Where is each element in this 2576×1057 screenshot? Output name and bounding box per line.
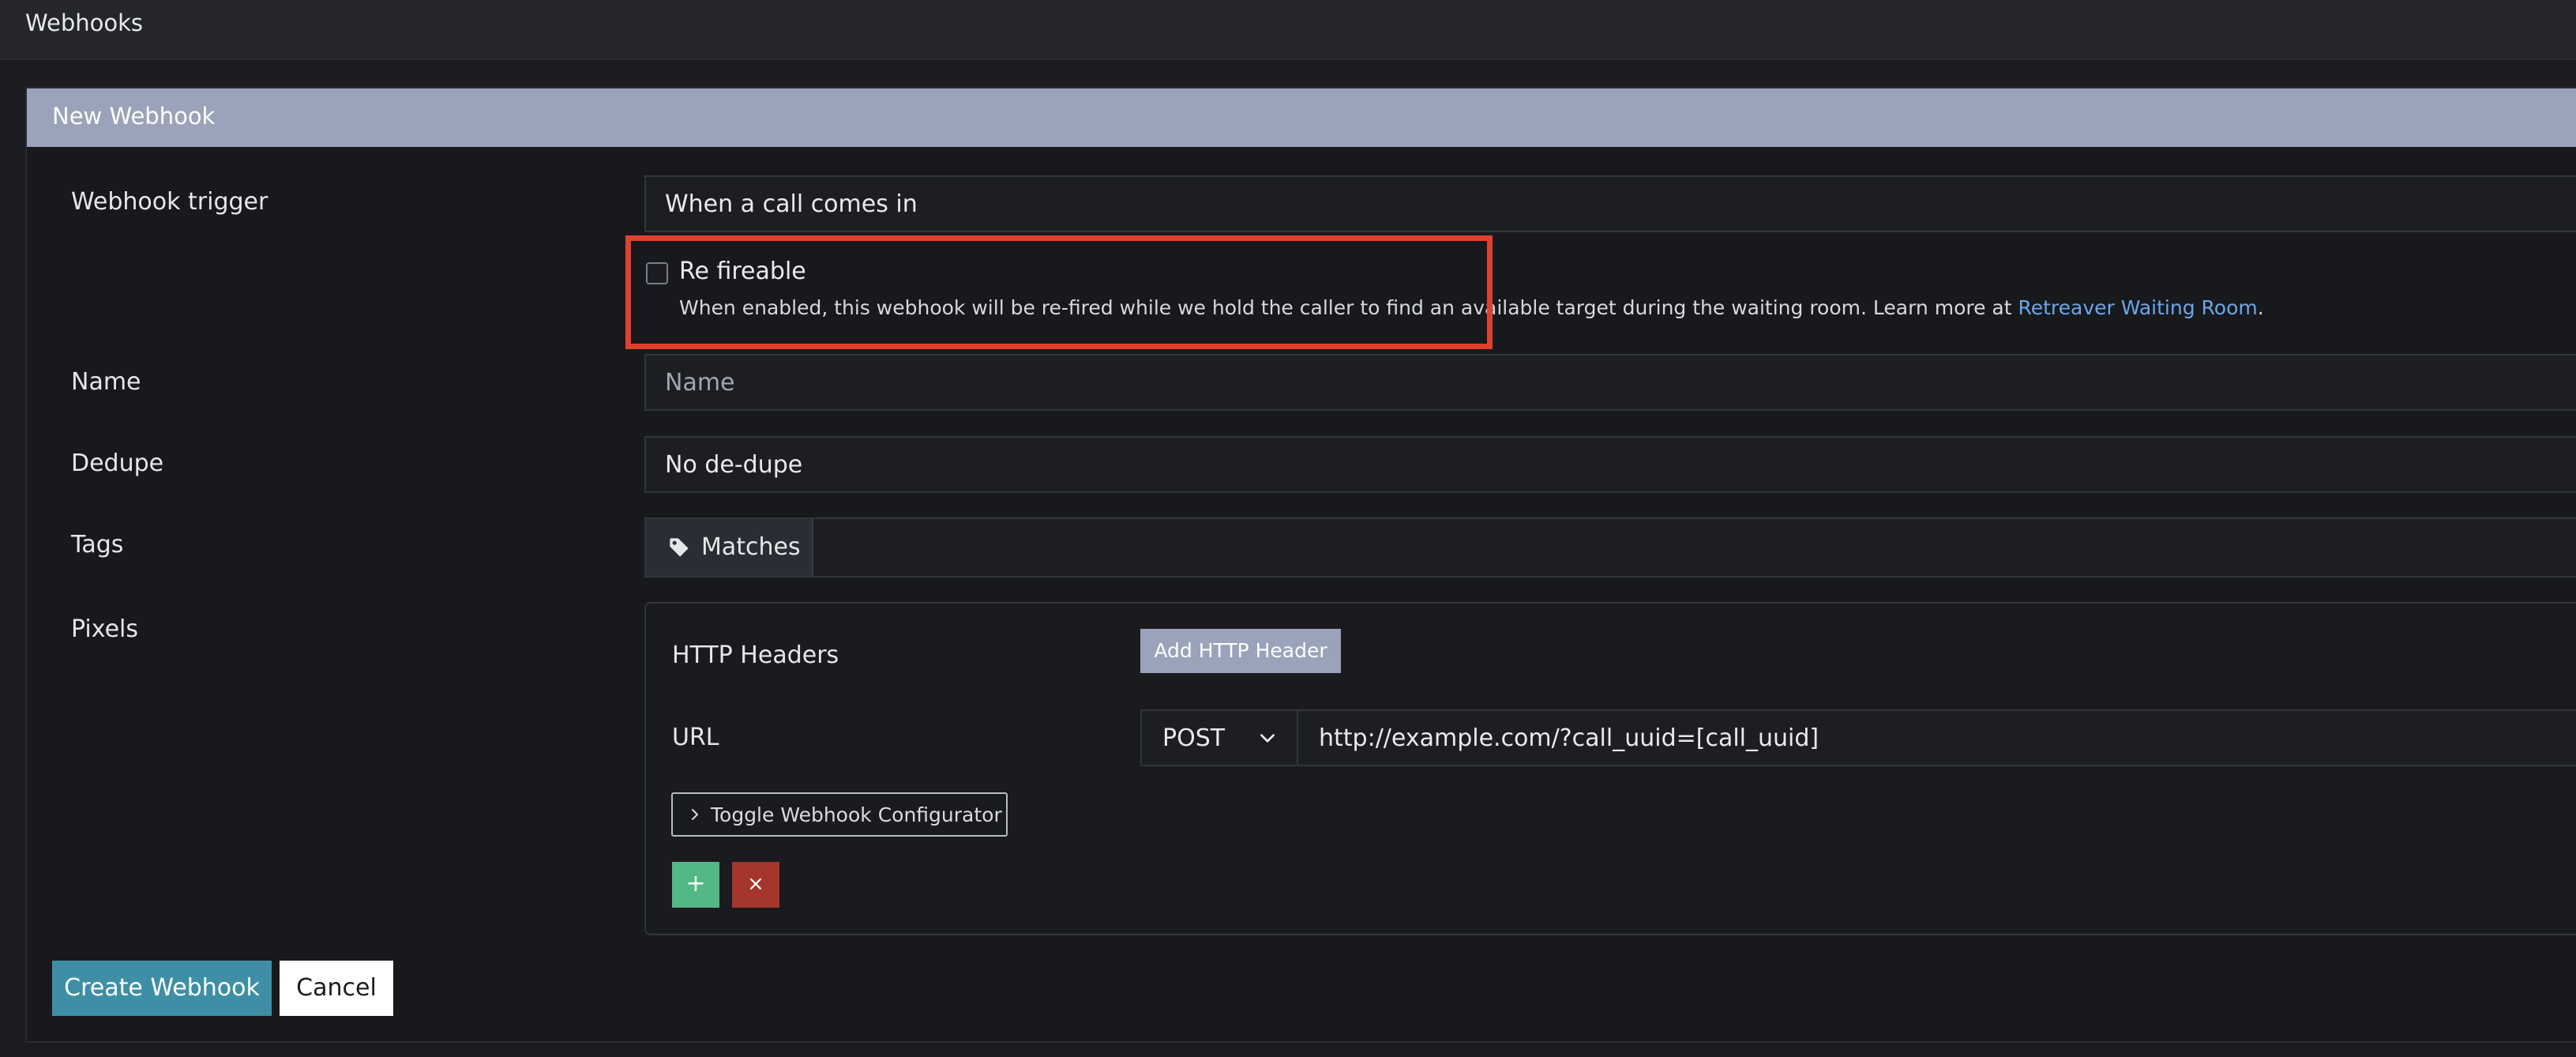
http-method-select[interactable]: POST — [1140, 709, 1298, 766]
tags-matches-button[interactable]: Matches — [646, 519, 813, 576]
panel-title: New Webhook — [52, 103, 216, 130]
toggle-webhook-configurator-button[interactable]: Toggle Webhook Configurator — [671, 792, 1008, 837]
webhook-trigger-select[interactable]: When a call comes in — [644, 175, 2576, 232]
refireable-help-body: When enabled, this webhook will be re-fi… — [679, 296, 2018, 319]
top-bar: Webhooks — [0, 0, 2576, 60]
refireable-help-suffix: . — [2257, 296, 2264, 319]
dedupe-label: Dedupe — [71, 450, 164, 477]
tags-input[interactable]: Matches — [644, 517, 2576, 577]
webhook-trigger-value: When a call comes in — [665, 190, 918, 218]
chevron-right-icon — [692, 809, 698, 820]
refireable-help-text: When enabled, this webhook will be re-fi… — [679, 296, 2264, 319]
tags-matches-label: Matches — [701, 533, 801, 561]
create-webhook-button[interactable]: Create Webhook — [52, 961, 272, 1016]
http-headers-label: HTTP Headers — [672, 641, 839, 669]
page-title: Webhooks — [25, 9, 143, 36]
cancel-button[interactable]: Cancel — [280, 961, 393, 1016]
tag-icon — [670, 538, 689, 557]
dedupe-value: No de-dupe — [665, 451, 803, 479]
chevron-down-icon — [1260, 734, 1275, 743]
waiting-room-link[interactable]: Retreaver Waiting Room — [2018, 296, 2257, 319]
dedupe-select[interactable]: No de-dupe — [644, 436, 2576, 493]
refireable-label[interactable]: Re fireable — [679, 258, 806, 285]
url-label: URL — [672, 724, 719, 751]
name-input[interactable]: Name — [644, 354, 2576, 411]
panel-header: New Webhook — [27, 88, 2576, 147]
url-value: http://example.com/?call_uuid=[call_uuid… — [1319, 724, 1819, 752]
refireable-checkbox[interactable] — [646, 262, 668, 284]
name-placeholder: Name — [665, 369, 735, 397]
pixels-container — [644, 602, 2576, 935]
toggle-webhook-configurator-label: Toggle Webhook Configurator — [711, 803, 1002, 826]
pixels-label: Pixels — [71, 615, 139, 643]
tags-label: Tags — [71, 531, 124, 559]
http-method-value: POST — [1162, 724, 1226, 752]
webhook-trigger-label: Webhook trigger — [71, 188, 268, 216]
url-input[interactable]: http://example.com/?call_uuid=[call_uuid… — [1297, 709, 2576, 766]
add-http-header-button[interactable]: Add HTTP Header — [1140, 629, 1341, 673]
name-label: Name — [71, 368, 141, 396]
add-pixel-button[interactable]: + — [672, 862, 719, 908]
remove-pixel-button[interactable]: × — [732, 862, 779, 908]
